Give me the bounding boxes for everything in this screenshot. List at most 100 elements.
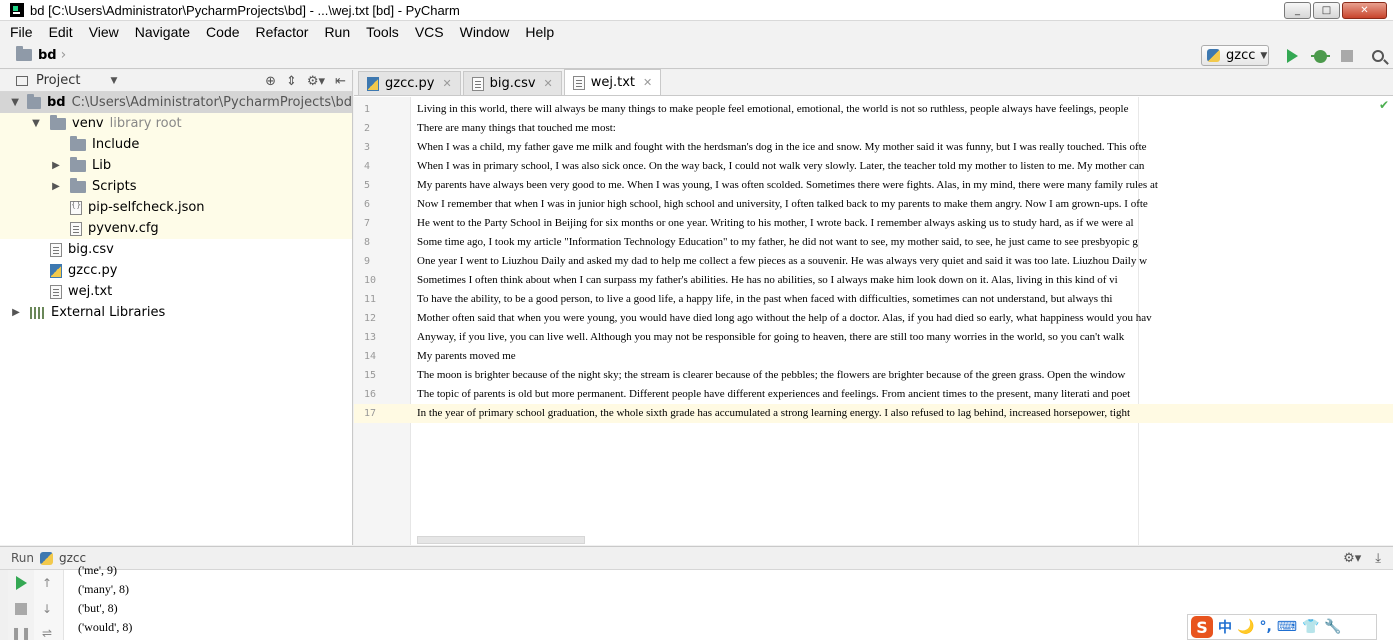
debug-button[interactable]: [1310, 47, 1330, 65]
tree-item[interactable]: ▼ venv library root: [0, 113, 352, 134]
menu-code[interactable]: Code: [204, 24, 241, 40]
play-icon: [15, 576, 27, 590]
locate-file-icon[interactable]: ⊕: [265, 74, 276, 89]
code-line[interactable]: One year I went to Liuzhou Daily and ask…: [417, 252, 1147, 271]
punctuation-icon[interactable]: °,: [1259, 619, 1271, 635]
run-window-sidebar: ❚❚: [8, 570, 34, 640]
menu-file[interactable]: File: [8, 24, 35, 40]
hide-panel-icon[interactable]: ⤓: [1375, 551, 1381, 566]
tree-item[interactable]: pip-selfcheck.json: [0, 197, 352, 218]
rerun-button[interactable]: [14, 576, 28, 590]
navigation-bar: bd › gzcc ▼: [0, 42, 1393, 69]
code-line[interactable]: Anyway, if you live, you can live well. …: [417, 328, 1124, 347]
close-icon[interactable]: ✕: [442, 77, 451, 90]
code-line[interactable]: There are many things that touched me mo…: [417, 119, 616, 138]
stop-button[interactable]: [1338, 47, 1356, 65]
collapse-all-icon[interactable]: ⇕: [286, 74, 297, 89]
tree-item[interactable]: wej.txt: [0, 281, 352, 302]
code-line[interactable]: He went to the Party School in Beijing f…: [417, 214, 1134, 233]
horizontal-scrollbar[interactable]: [417, 536, 585, 544]
code-line[interactable]: Living in this world, there will always …: [417, 100, 1128, 119]
run-button[interactable]: [1283, 47, 1301, 65]
editor-tab[interactable]: gzcc.py ✕: [358, 71, 461, 95]
run-configuration-selector[interactable]: gzcc ▼: [1201, 45, 1269, 66]
maximize-button[interactable]: □: [1313, 2, 1340, 19]
inspection-ok-icon[interactable]: ✔: [1379, 98, 1389, 112]
search-everywhere-button[interactable]: [1369, 47, 1387, 65]
tree-item[interactable]: pyvenv.cfg: [0, 218, 352, 239]
chevron-right-icon[interactable]: ▶: [10, 307, 22, 318]
minimize-button[interactable]: _: [1284, 2, 1311, 19]
sogou-logo-icon[interactable]: S: [1191, 616, 1213, 638]
chevron-right-icon[interactable]: ▶: [50, 160, 62, 171]
close-icon[interactable]: ✕: [544, 77, 553, 90]
ime-toolbar: S 中 🌙 °, ⌨ 👕 🔧: [1187, 614, 1377, 640]
gear-icon[interactable]: ⚙▾: [307, 74, 325, 89]
console-output-line: ('would', 8): [78, 620, 133, 634]
code-area[interactable]: Living in this world, there will always …: [411, 97, 1393, 545]
menu-help[interactable]: Help: [523, 24, 556, 40]
code-line[interactable]: Some time ago, I took my article "Inform…: [417, 233, 1138, 252]
editor-tab[interactable]: wej.txt ✕: [563, 69, 662, 95]
tree-item[interactable]: ▶ External Libraries: [0, 302, 352, 323]
scroll-down-button[interactable]: ↓: [40, 602, 54, 616]
stop-button[interactable]: [14, 602, 28, 616]
tree-item-annotation: library root: [109, 116, 182, 131]
close-icon[interactable]: ✕: [643, 76, 652, 89]
tree-item[interactable]: ▼ bd C:\Users\Administrator\PycharmProject…: [0, 92, 352, 113]
code-line[interactable]: To have the ability, to be a good person…: [417, 290, 1112, 309]
code-line[interactable]: Now I remember that when I was in junior…: [417, 195, 1148, 214]
ime-language-toggle[interactable]: 中: [1218, 617, 1232, 637]
line-number: 4: [364, 161, 371, 172]
tree-item[interactable]: big.csv: [0, 239, 352, 260]
tree-item[interactable]: ▶ Scripts: [0, 176, 352, 197]
code-line[interactable]: In the year of primary school graduation…: [417, 404, 1130, 423]
tree-item[interactable]: Include: [0, 134, 352, 155]
code-line[interactable]: The moon is brighter because of the nigh…: [417, 366, 1125, 385]
gear-icon[interactable]: ⚙▾: [1343, 551, 1361, 566]
line-number: 16: [364, 389, 377, 400]
code-line[interactable]: My parents have always been very good to…: [417, 176, 1158, 195]
code-line[interactable]: My parents moved me: [417, 347, 516, 366]
menu-navigate[interactable]: Navigate: [133, 24, 192, 40]
menu-refactor[interactable]: Refactor: [254, 24, 311, 40]
pause-button[interactable]: ❚❚: [11, 626, 31, 640]
editor-tab[interactable]: big.csv ✕: [462, 71, 562, 95]
tree-item[interactable]: ▶ Lib: [0, 155, 352, 176]
code-line[interactable]: The topic of parents is old but more per…: [417, 385, 1130, 404]
tree-item-label: pip-selfcheck.json: [88, 200, 205, 215]
chevron-right-icon[interactable]: ▶: [50, 181, 62, 192]
line-number: 5: [364, 180, 371, 191]
chevron-down-icon[interactable]: ▼: [110, 76, 117, 86]
project-tool-window: Project ▼ ⊕ ⇕ ⚙▾ ⇤ ▼ bd C:\Users\Administr…: [0, 70, 353, 545]
soft-wrap-button[interactable]: ⇌: [40, 626, 54, 640]
wrench-icon[interactable]: 🔧: [1324, 619, 1341, 635]
tree-item-path: C:\Users\Administrator\PycharmProjects\b…: [71, 95, 352, 110]
close-button[interactable]: ✕: [1342, 2, 1387, 19]
chevron-down-icon[interactable]: ▼: [30, 118, 42, 129]
hide-panel-icon[interactable]: ⇤: [335, 74, 346, 89]
code-line[interactable]: When I was a child, my father gave me mi…: [417, 138, 1147, 157]
tree-item-label: wej.txt: [68, 284, 113, 299]
line-number: 11: [364, 294, 377, 305]
menu-vcs[interactable]: VCS: [413, 24, 446, 40]
moon-icon[interactable]: 🌙: [1237, 619, 1254, 635]
scroll-up-button[interactable]: ↑: [40, 576, 54, 590]
keyboard-icon[interactable]: ⌨: [1277, 619, 1297, 635]
menu-run[interactable]: Run: [322, 24, 352, 40]
editor-area: gzcc.py ✕ big.csv ✕ wej.txt ✕ 1 2 3 4 5 6 7 8 9 10 11 12…: [354, 69, 1393, 545]
menu-tools[interactable]: Tools: [364, 24, 401, 40]
breadcrumb[interactable]: bd ›: [16, 46, 66, 63]
code-line[interactable]: Mother often said that when you were you…: [417, 309, 1152, 328]
code-line[interactable]: Sometimes I often think about when I can…: [417, 271, 1118, 290]
run-window-title: Run: [11, 551, 35, 565]
tree-item[interactable]: gzcc.py: [0, 260, 352, 281]
menu-window[interactable]: Window: [458, 24, 512, 40]
project-view-selector[interactable]: Project: [36, 73, 80, 88]
chevron-down-icon[interactable]: ▼: [10, 97, 20, 108]
skin-icon[interactable]: 👕: [1302, 619, 1319, 635]
menu-edit[interactable]: Edit: [47, 24, 75, 40]
project-view-icon: [16, 75, 28, 86]
code-line[interactable]: When I was in primary school, I was also…: [417, 157, 1144, 176]
menu-view[interactable]: View: [87, 24, 121, 40]
